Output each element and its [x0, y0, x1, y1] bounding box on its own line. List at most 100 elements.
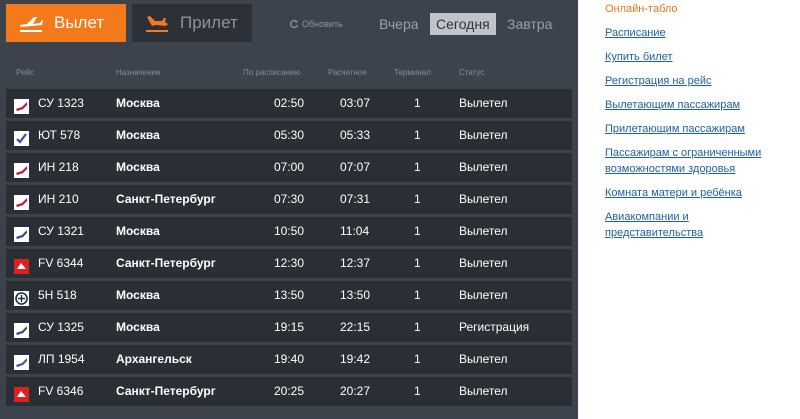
table-row[interactable]: ИН 218 Москва 07:00 07:07 1 Вылетел	[6, 153, 572, 182]
table-row[interactable]: ЮТ 578 Москва 05:30 05:33 1 Вылетел	[6, 121, 572, 150]
sidebar-link-text: Пассажирам с ограниченными	[605, 147, 762, 159]
scheduled-time: 02:50	[274, 96, 305, 110]
refresh-label: Обновить	[302, 19, 343, 29]
flight-status: Вылетел	[459, 160, 508, 174]
sidebar-link-0[interactable]: Онлайн-табло	[605, 1, 678, 17]
sidebar-link-6[interactable]: Пассажирам с ограниченными возможностями …	[605, 145, 761, 177]
arrivals-tab-label: Прилет	[180, 13, 238, 32]
sidebar-link-5[interactable]: Прилетающим пассажирам	[605, 121, 745, 137]
flight-number: ИН 210	[38, 192, 79, 206]
airline-logo-circle-icon	[14, 288, 29, 306]
flight-number: СУ 1323	[38, 96, 84, 110]
departures-tab[interactable]: Вылет	[6, 4, 126, 42]
airline-logo-red-square-icon	[14, 384, 29, 402]
table-row[interactable]: 5Н 518 Москва 13:50 13:50 1 Вылетел	[6, 281, 572, 310]
table-row[interactable]: СУ 1323 Москва 02:50 03:07 1 Вылетел	[6, 89, 572, 118]
sidebar-link-1[interactable]: Расписание	[605, 25, 666, 41]
refresh-button[interactable]: Обновить	[289, 19, 343, 29]
scheduled-time: 07:30	[274, 192, 305, 206]
day-yesterday-tab[interactable]: Вчера	[379, 13, 419, 35]
column-header-estimated: Расчетное	[328, 68, 367, 77]
day-today-tab[interactable]: Сегодня	[430, 13, 496, 35]
estimated-time: 20:27	[340, 384, 371, 398]
estimated-time: 19:42	[340, 352, 371, 366]
scheduled-time: 12:30	[274, 256, 305, 270]
refresh-icon	[290, 19, 299, 29]
scheduled-time: 05:30	[274, 128, 305, 142]
airline-logo-red-wing-icon	[14, 192, 29, 210]
sidebar-link-8[interactable]: Авиакомпании и представительства	[605, 209, 703, 241]
day-tomorrow-tab[interactable]: Завтра	[507, 13, 552, 35]
flight-number: FV 6346	[38, 384, 84, 398]
scheduled-time: 20:25	[274, 384, 305, 398]
sidebar-link-text: Вылетающим пассажирам	[605, 99, 741, 111]
flight-board: Вылет Прилет Обновить Вчера Сегодня Завт…	[0, 0, 578, 419]
table-row[interactable]: СУ 1321 Москва 10:50 11:04 1 Вылетел	[6, 217, 572, 246]
airline-logo-aeroflot-icon	[14, 320, 29, 338]
estimated-time: 03:07	[340, 96, 371, 110]
scheduled-time: 07:00	[274, 160, 305, 174]
column-header-terminal: Терминал	[394, 68, 431, 77]
sidebar-link-3[interactable]: Регистрация на рейс	[605, 73, 712, 89]
destination: Москва	[116, 224, 160, 238]
destination: Москва	[116, 96, 160, 110]
sidebar-link-text: Авиакомпании и	[605, 211, 689, 223]
flight-status: Вылетел	[459, 256, 508, 270]
column-header-status: Статус	[459, 68, 485, 77]
flight-number: ЛП 1954	[38, 352, 85, 366]
destination: Санкт-Петербург	[116, 256, 216, 270]
departure-plane-icon	[20, 17, 43, 32]
flight-status: Вылетел	[459, 224, 508, 238]
destination: Москва	[116, 320, 160, 334]
flight-status: Вылетел	[459, 384, 508, 398]
flight-status: Вылетел	[459, 96, 508, 110]
sidebar-link-text: возможностями здоровья	[605, 163, 736, 175]
terminal: 1	[414, 96, 421, 110]
estimated-time: 13:50	[340, 288, 371, 302]
estimated-time: 22:15	[340, 320, 371, 334]
destination: Архангельск	[116, 352, 192, 366]
flight-number: СУ 1325	[38, 320, 84, 334]
airline-logo-red-square-icon	[14, 256, 29, 274]
airline-logo-red-wing-icon	[14, 96, 29, 114]
sidebar-link-text: Прилетающим пассажирам	[605, 123, 745, 135]
arrival-plane-icon	[146, 16, 168, 32]
terminal: 1	[414, 224, 421, 238]
terminal: 1	[414, 192, 421, 206]
scheduled-time: 19:40	[274, 352, 305, 366]
sidebar-link-2[interactable]: Купить билет	[605, 49, 673, 65]
sidebar-link-text: Комната матери и ребёнка	[605, 187, 742, 199]
sidebar-link-4[interactable]: Вылетающим пассажирам	[605, 97, 740, 113]
sidebar-link-text: представительства	[605, 227, 704, 239]
sidebar-link-text: Купить билет	[605, 51, 673, 63]
table-row[interactable]: ЛП 1954 Архангельск 19:40 19:42 1 Вылетел	[6, 345, 572, 374]
sidebar-link-text: Регистрация на рейс	[605, 75, 712, 87]
estimated-time: 11:04	[340, 224, 370, 238]
flight-number: FV 6344	[38, 256, 84, 270]
table-row[interactable]: ИН 210 Санкт-Петербург 07:30 07:31 1 Вылетел	[6, 185, 572, 214]
sidebar-link-7[interactable]: Комната матери и ребёнка	[605, 185, 742, 201]
terminal: 1	[414, 256, 421, 270]
table-row[interactable]: FV 6346 Санкт-Петербург 20:25 20:27 1 Вылетел	[6, 377, 572, 406]
scheduled-time: 10:50	[274, 224, 305, 238]
terminal: 1	[414, 320, 421, 334]
sidebar-link-text: Онлайн-табло	[605, 3, 678, 15]
terminal: 1	[414, 128, 421, 142]
flight-status: Вылетел	[459, 288, 508, 302]
terminal: 1	[414, 288, 421, 302]
estimated-time: 07:07	[340, 160, 371, 174]
table-row[interactable]: СУ 1325 Москва 19:15 22:15 1 Регистрация	[6, 313, 572, 342]
table-row[interactable]: FV 6344 Санкт-Петербург 12:30 12:37 1 Вылетел	[6, 249, 572, 278]
airline-logo-aeroflot-icon	[14, 224, 29, 242]
arrivals-tab[interactable]: Прилет	[132, 4, 252, 42]
scheduled-time: 13:50	[274, 288, 305, 302]
terminal: 1	[414, 352, 421, 366]
airline-logo-blue-wing-icon	[14, 352, 29, 370]
destination: Санкт-Петербург	[116, 384, 216, 398]
column-header-flight: Рейс	[16, 68, 34, 77]
column-header-destination: Назначение	[116, 68, 161, 77]
destination: Москва	[116, 128, 160, 142]
estimated-time: 05:33	[340, 128, 371, 142]
sidebar-link-text: Расписание	[605, 27, 666, 39]
flight-number: СУ 1321	[38, 224, 84, 238]
